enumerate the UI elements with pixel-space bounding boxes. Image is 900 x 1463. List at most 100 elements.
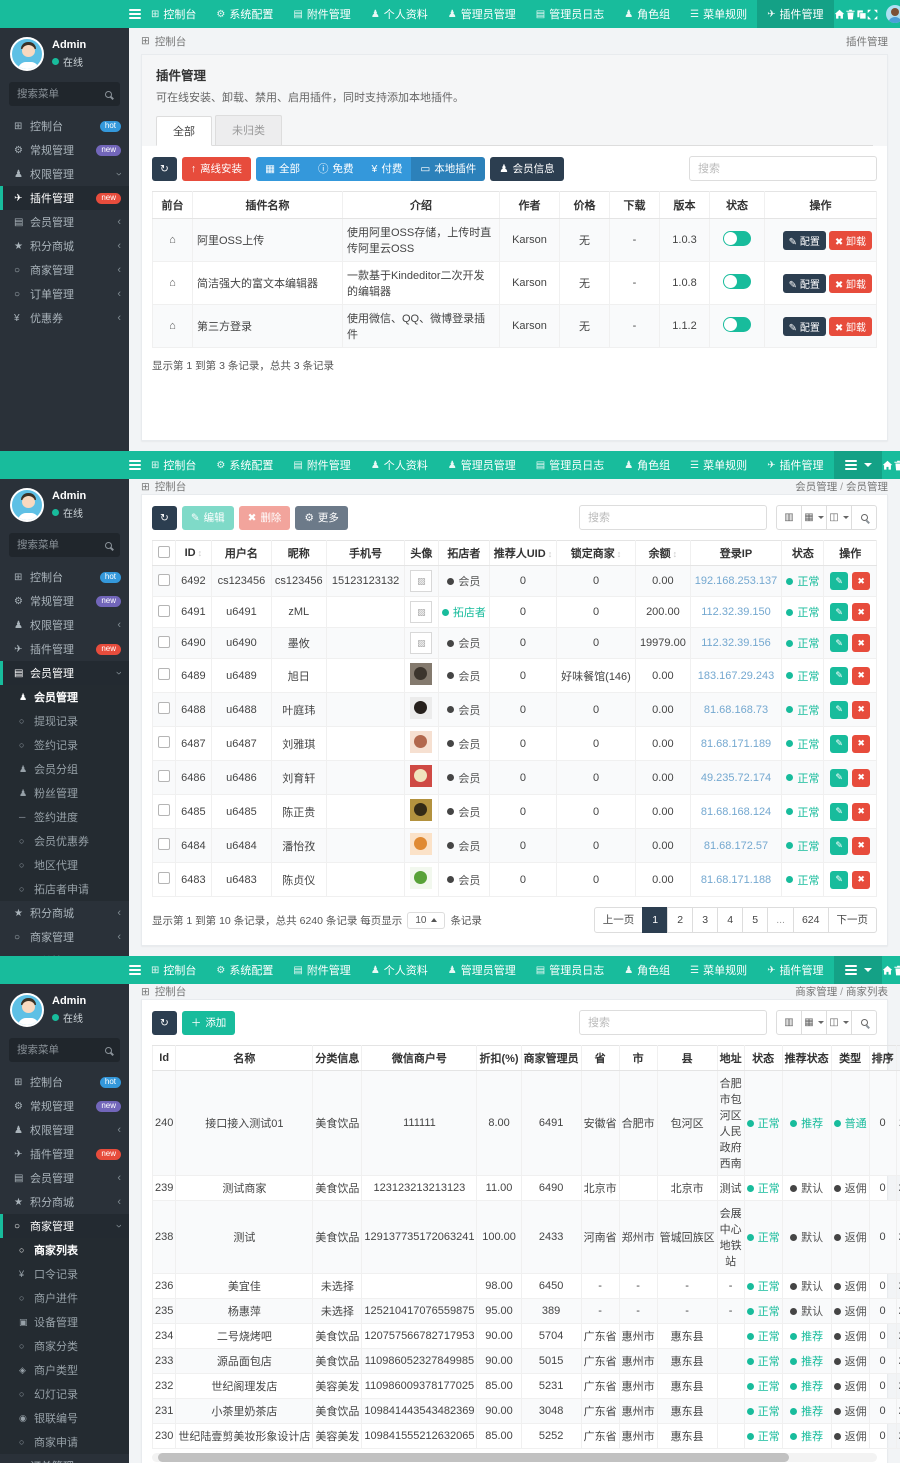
search-input[interactable] [579, 1010, 767, 1035]
row-checkbox[interactable] [158, 702, 170, 714]
status-toggle[interactable] [723, 317, 751, 332]
page-item-2[interactable]: 2 [667, 907, 693, 933]
row-checkbox[interactable] [158, 668, 170, 680]
column-header[interactable]: 省 [581, 1046, 619, 1071]
nav-item-group[interactable]: ♟角色组 [614, 956, 680, 984]
edit-row-button[interactable]: ✎ [830, 572, 848, 590]
column-header[interactable]: 拓店者 [438, 541, 490, 566]
row-checkbox[interactable] [158, 872, 170, 884]
sidebar-subitem-sign-progress[interactable]: ─签约进度 [0, 805, 129, 829]
delete-button[interactable]: ✖ 删除 [239, 506, 291, 530]
breadcrumb-segment[interactable]: 会员管理 [795, 481, 837, 493]
column-header[interactable]: 排序 [869, 1046, 896, 1071]
config-button[interactable]: ✎ 配置 [783, 317, 826, 336]
edit-row-button[interactable]: ✎ [830, 871, 848, 889]
column-header[interactable]: 余额↕ [636, 541, 690, 566]
row-checkbox[interactable] [158, 736, 170, 748]
sidebar-item-coupon[interactable]: ¥优惠券‹ [0, 306, 129, 330]
clear-cache-icon[interactable] [845, 0, 856, 28]
sidebar-item-dashboard[interactable]: ⊞控制台hot [0, 565, 129, 589]
home-icon[interactable] [882, 956, 893, 984]
sidebar-item-addon[interactable]: ✈插件管理new [0, 186, 129, 210]
nav-item-addon[interactable]: ✈插件管理 [757, 956, 833, 984]
refresh-button[interactable]: ↻ [152, 157, 177, 181]
status-toggle[interactable] [723, 231, 751, 246]
filter-all-button[interactable]: ▦ 全部 [256, 157, 309, 181]
nav-more-dropdown[interactable] [834, 956, 882, 984]
uninstall-button[interactable]: ✖ 卸载 [829, 274, 872, 293]
ip-link[interactable]: 81.68.171.188 [701, 874, 771, 886]
ip-link[interactable]: 112.32.39.156 [701, 637, 771, 649]
status-toggle[interactable] [723, 274, 751, 289]
search-toggle-button[interactable] [851, 1010, 877, 1035]
filter-free-button[interactable]: ⓘ 免费 [309, 157, 363, 181]
nav-item-config[interactable]: ⚙系统配置 [206, 451, 283, 479]
column-header[interactable]: 创建时间 [896, 1046, 900, 1071]
edit-row-button[interactable]: ✎ [830, 634, 848, 652]
column-header[interactable]: 头像 [405, 541, 439, 566]
sidebar-subitem-merchant-list[interactable]: ○商家列表 [0, 1238, 129, 1262]
sidebar-item-order[interactable]: ○订单管理‹ [0, 282, 129, 306]
delete-row-button[interactable]: ✖ [852, 871, 870, 889]
column-header[interactable]: 介绍 [343, 192, 500, 219]
sidebar-subitem-merchant-incoming[interactable]: ○商户进件 [0, 1286, 129, 1310]
config-button[interactable]: ✎ 配置 [783, 231, 826, 250]
export-button[interactable]: ◫ [826, 505, 852, 530]
nav-item-rule[interactable]: ☰菜单规则 [680, 0, 757, 28]
edit-row-button[interactable]: ✎ [830, 701, 848, 719]
fullscreen-icon[interactable] [867, 0, 878, 28]
sidebar-item-merchant[interactable]: ○商家管理‹ [0, 925, 129, 949]
more-button[interactable]: ⚙ 更多 [295, 506, 347, 530]
ip-link[interactable]: 183.167.29.243 [698, 670, 774, 682]
nav-item-profile[interactable]: ♟个人资料 [361, 956, 438, 984]
page-item-5[interactable]: 5 [742, 907, 768, 933]
column-header[interactable]: 操作 [765, 192, 877, 219]
nav-item-dashboard[interactable]: ⊞控制台 [141, 0, 206, 28]
edit-row-button[interactable]: ✎ [830, 603, 848, 621]
sidebar-subitem-password-log[interactable]: ¥口令记录 [0, 1262, 129, 1286]
column-header[interactable]: 操作 [824, 541, 877, 566]
sidebar-item-general[interactable]: ⚙常规管理new [0, 589, 129, 613]
ip-link[interactable]: 81.68.168.124 [701, 806, 771, 818]
nav-item-config[interactable]: ⚙系统配置 [206, 956, 283, 984]
sidebar-item-auth[interactable]: ♟权限管理‹ [0, 613, 129, 637]
sidebar-item-member[interactable]: ▤会员管理‹ [0, 210, 129, 234]
sidebar-item-dashboard[interactable]: ⊞控制台hot [0, 1070, 129, 1094]
ip-link[interactable]: 112.32.39.150 [701, 606, 771, 618]
refresh-button[interactable]: ↻ [152, 506, 177, 530]
column-header[interactable]: 商家管理员 [521, 1046, 581, 1071]
column-header[interactable]: Id [153, 1046, 176, 1071]
sidebar-subitem-unionpay-no[interactable]: ◉银联编号 [0, 1406, 129, 1430]
column-header[interactable]: 状态 [782, 541, 824, 566]
page-item-4[interactable]: 4 [717, 907, 743, 933]
sort-icon[interactable]: ↕ [198, 548, 203, 558]
filter-paid-button[interactable]: ¥ 付费 [362, 157, 411, 181]
nav-item-group[interactable]: ♟角色组 [614, 0, 680, 28]
sidebar-subitem-merchant-type[interactable]: ◈商户类型 [0, 1358, 129, 1382]
column-header[interactable]: 昵称 [271, 541, 326, 566]
row-checkbox[interactable] [158, 574, 170, 586]
breadcrumb-left[interactable]: 控制台 [155, 984, 187, 999]
ip-link[interactable]: 81.68.168.73 [704, 704, 768, 716]
tab-uncategorized[interactable]: 未归类 [215, 115, 282, 145]
nav-item-adminlog[interactable]: ▤管理员日志 [526, 0, 614, 28]
add-button[interactable]: ＋添加 [182, 1011, 236, 1035]
sidebar-subitem-member-group[interactable]: ♟会员分组 [0, 757, 129, 781]
sidebar-item-general[interactable]: ⚙常规管理new [0, 138, 129, 162]
sidebar-item-score[interactable]: ★积分商城‹ [0, 901, 129, 925]
select-all-checkbox[interactable] [158, 546, 170, 558]
column-header[interactable]: 作者 [500, 192, 560, 219]
scrollbar-thumb[interactable] [158, 1453, 789, 1462]
delete-row-button[interactable]: ✖ [852, 735, 870, 753]
column-header[interactable]: 微信商户号 [362, 1046, 477, 1071]
column-header[interactable]: 名称 [176, 1046, 313, 1071]
home-icon[interactable] [834, 0, 845, 28]
ip-link[interactable]: 81.68.172.57 [704, 840, 768, 852]
nav-item-admin[interactable]: ♟管理员管理 [438, 451, 526, 479]
nav-item-addon[interactable]: ✈插件管理 [757, 0, 833, 28]
breadcrumb-left[interactable]: 控制台 [155, 479, 187, 494]
column-header[interactable]: 类型 [831, 1046, 869, 1071]
delete-row-button[interactable]: ✖ [852, 769, 870, 787]
nav-item-config[interactable]: ⚙系统配置 [206, 0, 283, 28]
clear-cache-icon[interactable] [893, 451, 900, 479]
